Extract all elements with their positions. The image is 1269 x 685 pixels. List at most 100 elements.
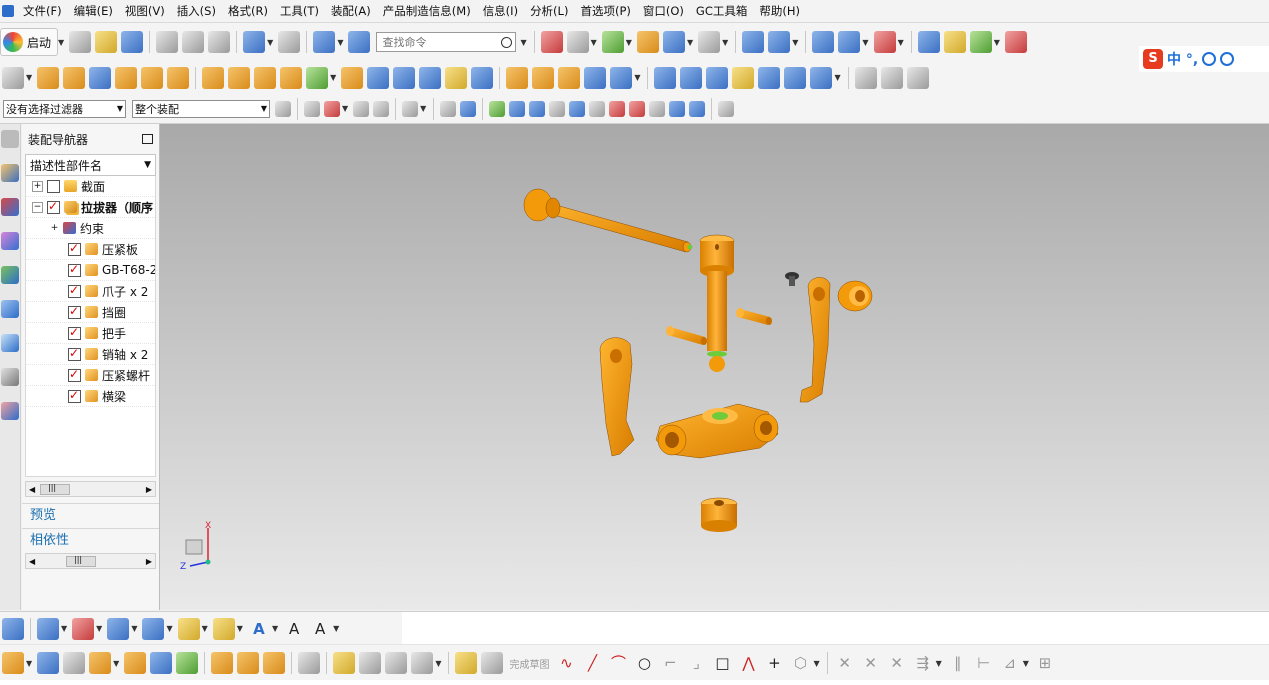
mirror-assembly-icon[interactable]: [124, 652, 147, 674]
smile-icon[interactable]: [1202, 52, 1217, 66]
chevron-down-icon[interactable]: ▼: [131, 624, 137, 633]
emboss-icon[interactable]: [445, 66, 468, 89]
rectangle-select-icon[interactable]: [402, 100, 419, 117]
annotation-icon[interactable]: [107, 617, 130, 640]
maximize-icon[interactable]: [142, 134, 153, 144]
collapse-icon[interactable]: −: [32, 201, 43, 213]
thread-icon[interactable]: [558, 66, 581, 89]
chevron-down-icon[interactable]: ▼: [26, 73, 32, 82]
cube-tool-icon[interactable]: [411, 652, 434, 674]
block-icon[interactable]: [89, 66, 112, 89]
menu-format[interactable]: 格式(R): [222, 0, 274, 22]
menu-insert[interactable]: 插入(S): [171, 0, 222, 22]
history-icon[interactable]: [1, 334, 19, 352]
shaded-sphere-icon[interactable]: [601, 31, 624, 53]
open-folder-icon[interactable]: [95, 31, 118, 53]
wave-icon[interactable]: [263, 652, 286, 674]
assembly-constraint-icon[interactable]: [176, 652, 199, 674]
draft-icon[interactable]: [202, 66, 225, 89]
text-annotation-icon[interactable]: A: [249, 619, 269, 639]
chevron-down-icon[interactable]: ▼: [792, 38, 798, 47]
trim-body-icon[interactable]: [367, 66, 390, 89]
tree-row-part[interactable]: GB-T68-2: [26, 260, 155, 281]
extrude-icon[interactable]: [37, 66, 60, 89]
tree-horizontal-scrollbar[interactable]: ◀ ||| ▶: [25, 481, 156, 497]
zoom-icon[interactable]: [566, 31, 589, 53]
constraint-display-icon[interactable]: ⊿: [1000, 653, 1020, 673]
snap-point-on-curve-icon[interactable]: [649, 100, 666, 117]
create-array-icon[interactable]: [89, 652, 112, 674]
quick-extend-icon[interactable]: ✕: [861, 653, 881, 673]
symbol-icon[interactable]: A: [310, 619, 330, 639]
exploded-assembly-model[interactable]: [160, 124, 1269, 610]
handle-part[interactable]: [523, 188, 693, 253]
visibility-checkbox[interactable]: [68, 325, 81, 340]
surface-icon[interactable]: [654, 66, 677, 89]
layer-icon[interactable]: [636, 31, 659, 53]
route-icon[interactable]: [385, 652, 408, 674]
menu-help[interactable]: 帮助(H): [753, 0, 806, 22]
menu-assembly[interactable]: 装配(A): [325, 0, 377, 22]
tree-row-part[interactable]: 把手: [26, 323, 155, 344]
snap-midpoint-icon[interactable]: [509, 100, 526, 117]
rectangle-icon[interactable]: □: [712, 653, 732, 673]
pin-part[interactable]: [666, 326, 707, 345]
menu-file[interactable]: 文件(F): [17, 0, 68, 22]
ime-indicator[interactable]: S 中 °,: [1139, 46, 1269, 72]
visibility-checkbox[interactable]: [68, 367, 81, 382]
visibility-checkbox[interactable]: [68, 388, 81, 403]
chevron-down-icon[interactable]: ▼: [202, 624, 208, 633]
face-blend-icon[interactable]: [810, 66, 833, 89]
move-object-icon[interactable]: [768, 31, 791, 53]
chevron-down-icon[interactable]: ▼: [113, 659, 119, 668]
chevron-down-icon[interactable]: ▼: [898, 38, 904, 47]
chevron-down-icon[interactable]: ▼: [591, 38, 597, 47]
panel-horizontal-scrollbar[interactable]: ◀ ||| ▶: [25, 553, 156, 569]
search-icon[interactable]: [501, 36, 513, 48]
bridge-icon[interactable]: [758, 66, 781, 89]
snap-type-icon[interactable]: [324, 100, 340, 117]
note-icon[interactable]: A: [284, 619, 304, 639]
inspect-icon[interactable]: [943, 31, 966, 53]
drawing-sheet-icon[interactable]: [212, 617, 235, 640]
tree-row-part[interactable]: 压紧板: [26, 239, 155, 260]
visibility-checkbox[interactable]: [68, 241, 81, 256]
chevron-down-icon[interactable]: ▼: [61, 624, 67, 633]
rapid-dimension-icon[interactable]: ⊢: [974, 653, 994, 673]
chamfer-icon[interactable]: ⌟: [686, 653, 706, 673]
chevron-down-icon[interactable]: ▼: [144, 160, 151, 170]
deselect-icon[interactable]: [373, 100, 390, 117]
filter-settings-icon[interactable]: [275, 100, 291, 117]
sew-icon[interactable]: [610, 66, 633, 89]
chevron-down-icon[interactable]: ▼: [26, 659, 32, 668]
play-icon[interactable]: [969, 31, 992, 53]
menu-gc-toolbox[interactable]: GC工具箱: [690, 0, 753, 22]
finish-sketch-icon[interactable]: [481, 652, 504, 674]
visibility-checkbox[interactable]: [68, 346, 81, 361]
microphone-icon[interactable]: [1220, 52, 1235, 66]
chevron-down-icon[interactable]: ▼: [58, 38, 64, 47]
assembly-icon[interactable]: [2, 652, 24, 674]
chevron-down-icon[interactable]: ▼: [333, 624, 339, 633]
dimension-icon[interactable]: [1004, 31, 1027, 53]
chevron-down-icon[interactable]: ▼: [520, 38, 526, 47]
tree-row-part[interactable]: 压紧螺杆: [26, 365, 155, 386]
save-icon[interactable]: [121, 31, 144, 53]
grid-icon[interactable]: [718, 100, 735, 117]
menu-tools[interactable]: 工具(T): [274, 0, 325, 22]
launch-button[interactable]: 启动: [0, 28, 59, 56]
tree-row-section[interactable]: + 截面: [26, 176, 155, 197]
chevron-down-icon[interactable]: ▼: [634, 73, 640, 82]
expand-icon[interactable]: +: [50, 223, 59, 233]
check-clearance-icon[interactable]: [298, 652, 321, 674]
save-all-icon[interactable]: [313, 31, 336, 53]
fit-view-icon[interactable]: [540, 31, 563, 53]
snap-center-icon[interactable]: [609, 100, 626, 117]
measure-icon[interactable]: [917, 31, 940, 53]
exploded-view-icon[interactable]: [906, 66, 929, 89]
sketch-icon[interactable]: [2, 66, 24, 89]
expand-icon[interactable]: +: [32, 180, 43, 192]
paste-icon[interactable]: [208, 31, 231, 53]
add-component-icon[interactable]: [880, 66, 903, 89]
menu-information[interactable]: 信息(I): [477, 0, 524, 22]
